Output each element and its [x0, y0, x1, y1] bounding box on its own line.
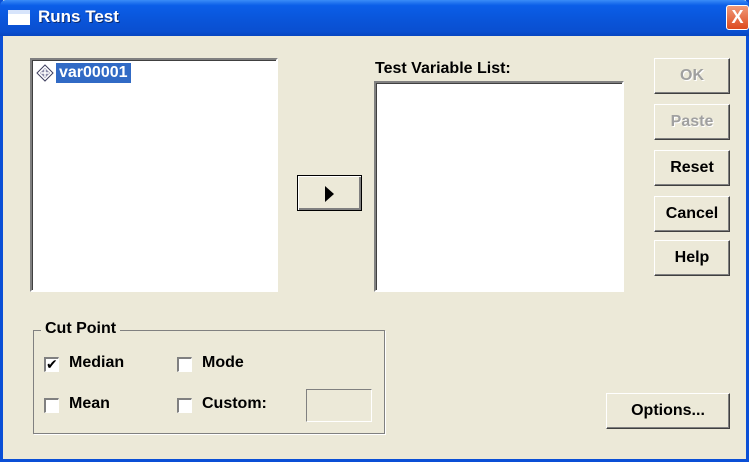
cut-point-title: Cut Point [41, 320, 121, 338]
help-button[interactable]: Help [654, 240, 730, 276]
mode-checkbox[interactable] [177, 357, 192, 372]
custom-checkbox[interactable] [177, 398, 192, 413]
title-bar[interactable]: Runs Test X [0, 0, 749, 36]
custom-value-field[interactable] [306, 389, 372, 422]
checkmark-icon: ✔ [46, 356, 58, 372]
window-icon [8, 10, 30, 25]
runs-test-dialog: Runs Test X var00001 Test Variable List:… [0, 0, 749, 462]
close-button[interactable]: X [726, 5, 749, 30]
cancel-button[interactable]: Cancel [654, 196, 730, 232]
median-checkbox[interactable]: ✔ [44, 356, 59, 372]
custom-label: Custom: [202, 395, 267, 412]
median-label: Median [69, 354, 125, 371]
right-arrow-icon [325, 186, 334, 202]
variable-label: var00001 [56, 63, 131, 83]
reset-button[interactable]: Reset [654, 150, 730, 186]
source-variable-list[interactable]: var00001 [30, 58, 278, 292]
ok-button[interactable]: OK [654, 58, 730, 94]
test-variable-list-label: Test Variable List: [375, 60, 511, 77]
window-title: Runs Test [38, 7, 119, 26]
options-button[interactable]: Options... [606, 393, 730, 429]
paste-button[interactable]: Paste [654, 104, 730, 140]
move-right-button[interactable] [297, 175, 362, 211]
mean-label: Mean [69, 395, 110, 412]
mode-label: Mode [202, 354, 244, 371]
test-variable-list[interactable] [374, 81, 624, 292]
scale-variable-icon [36, 64, 54, 82]
mean-checkbox[interactable] [44, 398, 59, 413]
list-item[interactable]: var00001 [36, 63, 131, 83]
